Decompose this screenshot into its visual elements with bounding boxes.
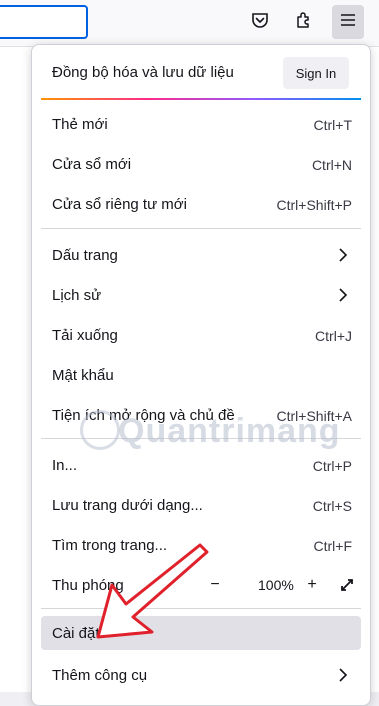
- chevron-right-icon: [338, 667, 348, 688]
- menu-separator: [41, 608, 361, 609]
- zoom-in-button[interactable]: +: [302, 575, 322, 595]
- extensions-icon: [295, 11, 313, 34]
- menu-item-shortcut: Ctrl+F: [313, 538, 353, 554]
- menu-item-label: Mật khẩu: [52, 367, 114, 384]
- watermark-logo: Quantrimang: [80, 410, 340, 454]
- menu-item-shortcut: Ctrl+S: [312, 498, 352, 514]
- menu-item-new-window[interactable]: Cửa sổ mới Ctrl+N: [41, 147, 361, 181]
- browser-toolbar: [0, 0, 379, 46]
- sync-section: Đồng bộ hóa và lưu dữ liệu Sign In: [32, 45, 370, 99]
- menu-item-label: Lưu trang dưới dạng...: [52, 497, 203, 514]
- menu-item-label: Tải xuống: [52, 327, 118, 344]
- url-bar[interactable]: [0, 5, 88, 39]
- extensions-button[interactable]: [288, 5, 320, 39]
- pocket-icon: [251, 11, 269, 34]
- sign-in-button[interactable]: Sign In: [283, 57, 349, 89]
- menu-item-settings[interactable]: Cài đặt: [41, 616, 361, 650]
- menu-item-zoom: Thu phóng − 100% +: [41, 568, 361, 602]
- app-menu-panel: Đồng bộ hóa và lưu dữ liệu Sign In Thẻ m…: [31, 44, 371, 706]
- menu-item-label: Thu phóng: [52, 577, 124, 594]
- zoom-level-button[interactable]: 100%: [258, 577, 294, 593]
- menu-item-shortcut: Ctrl+Shift+P: [276, 197, 352, 213]
- menu-item-passwords[interactable]: Mật khẩu: [41, 358, 361, 392]
- menu-item-label: Thêm công cụ: [52, 667, 148, 684]
- menu-item-label: Cửa sổ riêng tư mới: [52, 196, 187, 213]
- chevron-right-icon: [338, 247, 348, 268]
- zoom-out-button[interactable]: −: [205, 575, 225, 595]
- sync-title: Đồng bộ hóa và lưu dữ liệu: [52, 64, 234, 81]
- menu-item-private-window[interactable]: Cửa sổ riêng tư mới Ctrl+Shift+P: [41, 187, 361, 221]
- menu-item-label: Cửa sổ mới: [52, 156, 132, 173]
- menu-item-new-tab[interactable]: Thẻ mới Ctrl+T: [41, 107, 361, 141]
- menu-item-label: In...: [52, 457, 78, 474]
- menu-item-label: Cài đặt: [52, 625, 100, 642]
- watermark-circle-icon: [80, 410, 120, 450]
- menu-item-shortcut: Ctrl+J: [315, 328, 352, 344]
- chevron-right-icon: [338, 287, 348, 308]
- menu-item-downloads[interactable]: Tải xuống Ctrl+J: [41, 318, 361, 352]
- menu-item-label: Dấu trang: [52, 247, 118, 264]
- menu-item-label: Thẻ mới: [52, 116, 108, 133]
- menu-item-history[interactable]: Lịch sử: [41, 278, 361, 312]
- menu-item-shortcut: Ctrl+N: [311, 157, 352, 173]
- menu-item-more-tools[interactable]: Thêm công cụ: [41, 658, 361, 692]
- menu-item-label: Tìm trong trang...: [52, 537, 168, 554]
- menu-item-find[interactable]: Tìm trong trang... Ctrl+F: [41, 528, 361, 562]
- fullscreen-icon[interactable]: [337, 575, 357, 595]
- menu-item-shortcut: Ctrl+T: [313, 117, 353, 133]
- menu-item-shortcut: Ctrl+P: [312, 458, 352, 474]
- menu-item-bookmarks[interactable]: Dấu trang: [41, 238, 361, 272]
- zoom-controls: − 100% +: [196, 568, 361, 602]
- menu-separator: [41, 228, 361, 229]
- sync-divider: [41, 98, 361, 100]
- pocket-button[interactable]: [244, 5, 276, 39]
- menu-icon: [339, 11, 357, 34]
- menu-item-save-page[interactable]: Lưu trang dưới dạng... Ctrl+S: [41, 488, 361, 522]
- watermark-text: Quantrimang: [118, 412, 341, 450]
- menu-item-label: Lịch sử: [52, 287, 102, 304]
- app-menu-button[interactable]: [332, 5, 364, 39]
